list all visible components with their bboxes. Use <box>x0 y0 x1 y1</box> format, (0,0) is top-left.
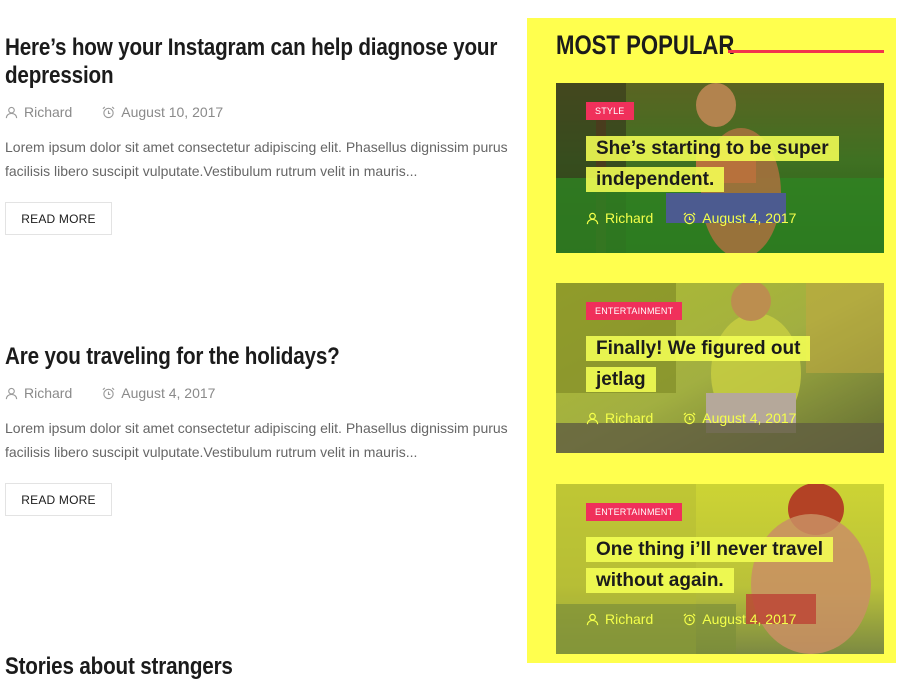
popular-post-card[interactable]: ENTERTAINMENT One thing i’ll never trave… <box>556 484 884 654</box>
post-author[interactable]: Richard <box>5 385 72 401</box>
alarm-clock-icon <box>683 212 696 224</box>
alarm-clock-icon <box>683 613 696 625</box>
author-name: Richard <box>24 385 73 401</box>
user-icon <box>5 387 18 399</box>
title-underline <box>728 50 884 53</box>
user-icon <box>5 106 18 118</box>
card-title[interactable]: Finally! We figured out jetlag <box>586 333 856 395</box>
card-date: August 4, 2017 <box>683 210 796 226</box>
post-title[interactable]: Here’s how your Instagram can help diagn… <box>5 34 504 90</box>
alarm-clock-icon <box>102 387 115 399</box>
popular-post-card[interactable]: STYLE She’s starting to be super indepen… <box>556 83 884 253</box>
card-meta: Richard August 4, 2017 <box>586 611 796 627</box>
post-author[interactable]: Richard <box>5 104 72 120</box>
user-icon <box>586 212 599 224</box>
card-date: August 4, 2017 <box>683 611 796 627</box>
date-text: August 4, 2017 <box>702 410 797 426</box>
date-text: August 10, 2017 <box>121 104 224 120</box>
card-author[interactable]: Richard <box>586 611 653 627</box>
card-title-text: She’s starting to be super independent. <box>586 136 839 192</box>
post-meta: Richard August 4, 2017 <box>5 383 510 403</box>
card-title-text: One thing i’ll never travel without agai… <box>586 537 834 593</box>
read-more-button[interactable]: READ MORE <box>5 202 112 235</box>
author-name: Richard <box>605 611 654 627</box>
alarm-clock-icon <box>102 106 115 118</box>
card-title[interactable]: She’s starting to be super independent. <box>586 133 856 195</box>
card-title[interactable]: One thing i’ll never travel without agai… <box>586 534 856 596</box>
post: Stories about strangers <box>5 653 510 681</box>
read-more-button[interactable]: READ MORE <box>5 483 112 516</box>
post-excerpt: Lorem ipsum dolor sit amet consectetur a… <box>5 420 508 460</box>
card-meta: Richard August 4, 2017 <box>586 410 796 426</box>
category-badge[interactable]: ENTERTAINMENT <box>586 302 683 320</box>
author-name: Richard <box>24 104 73 120</box>
post-meta: Richard August 10, 2017 <box>5 102 510 122</box>
alarm-clock-icon <box>683 412 696 424</box>
card-title-text: Finally! We figured out jetlag <box>586 336 811 392</box>
category-badge[interactable]: ENTERTAINMENT <box>586 503 683 521</box>
author-name: Richard <box>605 410 654 426</box>
post: Here’s how your Instagram can help diagn… <box>5 34 510 235</box>
post-excerpt: Lorem ipsum dolor sit amet consectetur a… <box>5 139 508 179</box>
date-text: August 4, 2017 <box>121 385 216 401</box>
post-date: August 10, 2017 <box>102 104 223 120</box>
post-title[interactable]: Are you traveling for the holidays? <box>5 343 504 371</box>
user-icon <box>586 613 599 625</box>
card-date: August 4, 2017 <box>683 410 796 426</box>
date-text: August 4, 2017 <box>702 210 797 226</box>
widget-header: MOST POPULAR <box>556 28 884 62</box>
card-author[interactable]: Richard <box>586 410 653 426</box>
user-icon <box>586 412 599 424</box>
category-badge[interactable]: STYLE <box>586 102 634 120</box>
author-name: Richard <box>605 210 654 226</box>
widget-title: MOST POPULAR <box>556 29 735 60</box>
popular-post-card[interactable]: ENTERTAINMENT Finally! We figured out je… <box>556 283 884 453</box>
most-popular-widget: MOST POPULAR STYLE She’s starting to be <box>527 18 896 663</box>
post-title[interactable]: Stories about strangers <box>5 653 504 681</box>
card-meta: Richard August 4, 2017 <box>586 210 796 226</box>
post-date: August 4, 2017 <box>102 385 215 401</box>
card-author[interactable]: Richard <box>586 210 653 226</box>
post: Are you traveling for the holidays? Rich… <box>5 343 510 516</box>
date-text: August 4, 2017 <box>702 611 797 627</box>
